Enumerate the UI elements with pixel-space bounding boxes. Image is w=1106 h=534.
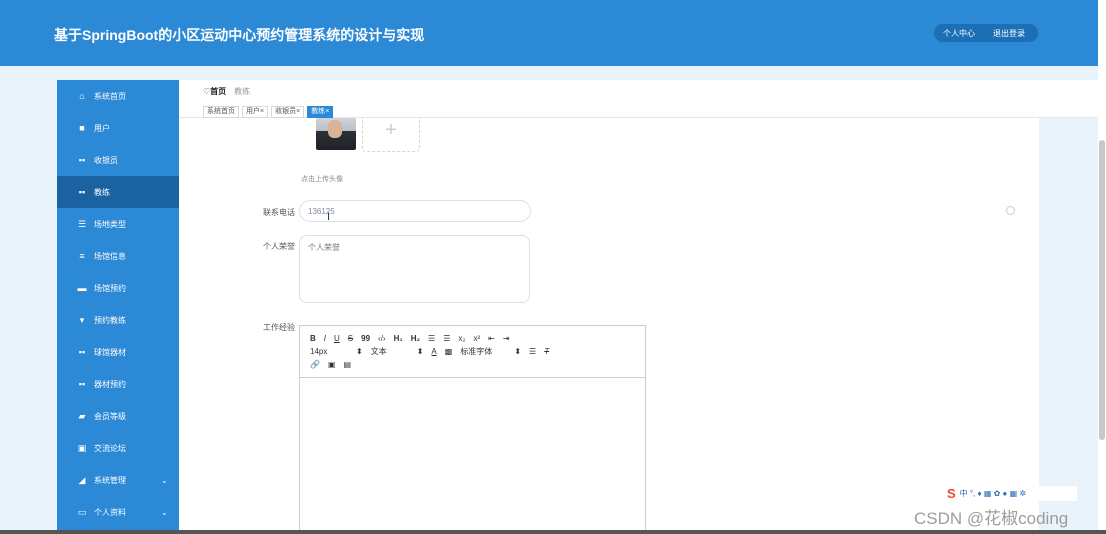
tab-cashier[interactable]: 收银员× xyxy=(271,106,305,118)
breadcrumb-bar: ♡首页 教练 系统首页 用户× 收银员× 教练× xyxy=(179,80,1098,118)
experience-label: 工作经验 xyxy=(263,323,295,332)
tab-home[interactable]: 系统首页 xyxy=(203,106,239,118)
strike-button[interactable]: S xyxy=(348,334,353,343)
sidebar: ⌂ 系统首页 ■ 用户 ▪▪ 收银员 ▪▪ 教练 ☰ 场地类型 ≡ 场馆信息 ▬ 场馆预约 ▾… xyxy=(57,80,179,534)
ime-icons[interactable]: 中 °, ♦ ▦ ✿ ● ▦ ✲ xyxy=(960,488,1026,499)
sidebar-item-equipment[interactable]: ▪▪ 球馆器材 xyxy=(57,336,179,368)
sliders-icon: ☰ xyxy=(77,218,87,229)
background-color-button[interactable]: ▩ xyxy=(445,347,453,356)
code-button[interactable]: ‹/› xyxy=(378,334,386,343)
avatar-upload-button[interactable]: + xyxy=(362,118,420,152)
header-actions: 个人中心 退出登录 xyxy=(934,24,1038,42)
tab-user[interactable]: 用户× xyxy=(242,106,269,118)
taskbar-edge xyxy=(0,530,1106,534)
bullet-list-button[interactable]: ☰ xyxy=(443,334,450,343)
ime-toolbar: S 中 °, ♦ ▦ ✿ ● ▦ ✲ xyxy=(945,486,1077,501)
sidebar-item-venue-type[interactable]: ☰ 场地类型 xyxy=(57,208,179,240)
home-icon: ⌂ xyxy=(79,91,85,101)
page-scrollbar-thumb[interactable] xyxy=(1099,140,1105,440)
sidebar-item-system-admin[interactable]: ◢ 系统管理 ⌄ xyxy=(57,464,179,496)
sidebar-item-home[interactable]: ⌂ 系统首页 xyxy=(57,80,179,112)
video-button[interactable]: ▤ xyxy=(344,360,352,369)
sidebar-item-forum[interactable]: ▣ 交流论坛 xyxy=(57,432,179,464)
avatar-preview[interactable] xyxy=(316,118,356,150)
clear-format-button[interactable]: T xyxy=(544,347,549,356)
sidebar-item-member-level[interactable]: ▰ 会员等级 xyxy=(57,400,179,432)
superscript-button[interactable]: x² xyxy=(474,334,481,343)
quote-button[interactable]: 99 xyxy=(361,334,370,343)
breadcrumb-home[interactable]: ♡首页 xyxy=(203,86,226,97)
align-button[interactable]: ☰ xyxy=(529,347,536,356)
h1-button[interactable]: H₁ xyxy=(394,334,403,343)
subscript-button[interactable]: x₂ xyxy=(458,334,465,343)
close-icon[interactable]: × xyxy=(260,108,264,115)
honor-label: 个人荣誉 xyxy=(263,242,295,251)
tab-coach[interactable]: 教练× xyxy=(307,106,334,118)
image-button[interactable]: ▣ xyxy=(328,360,336,369)
text-cursor-icon: I xyxy=(327,211,331,223)
sidebar-item-venue-booking[interactable]: ▬ 场馆预约 xyxy=(57,272,179,304)
breadcrumb-current: 教练 xyxy=(234,87,251,96)
font-family-select[interactable]: 标准字体 xyxy=(460,346,506,357)
breadcrumb: ♡首页 教练 xyxy=(203,86,250,97)
logout-link[interactable]: 退出登录 xyxy=(984,28,1034,39)
select-arrow-icon: ⬍ xyxy=(356,347,363,356)
font-size-select[interactable]: 14px xyxy=(310,347,348,356)
indent-button[interactable]: ⇥ xyxy=(503,334,510,343)
tab-bar: 系统首页 用户× 收银员× 教练× xyxy=(203,106,334,118)
sidebar-item-user[interactable]: ■ 用户 xyxy=(57,112,179,144)
app-title: 基于SpringBoot的小区运动中心预约管理系统的设计与实现 xyxy=(54,27,425,43)
rich-text-editor: B I U S 99 ‹/› H₁ H₂ ☰ ☰ x₂ x² ⇤ ⇥ 14px … xyxy=(299,325,646,534)
bold-button[interactable]: B xyxy=(310,334,316,343)
sidebar-item-coach[interactable]: ▪▪ 教练 xyxy=(57,176,179,208)
grid-icon: ▪▪ xyxy=(78,187,86,197)
doc-icon: ▬ xyxy=(77,283,87,293)
underline-button[interactable]: U xyxy=(334,334,340,343)
h2-button[interactable]: H₂ xyxy=(411,334,420,343)
sidebar-item-coach-booking[interactable]: ▾ 预约教练 xyxy=(57,304,179,336)
font-color-button[interactable]: A xyxy=(431,347,436,356)
user-icon: ■ xyxy=(79,123,85,133)
italic-button[interactable]: I xyxy=(324,334,326,343)
text-style-select[interactable]: 文本 xyxy=(371,346,409,357)
window-icon: ▭ xyxy=(77,506,87,517)
sidebar-item-profile[interactable]: ▭ 个人资料 ⌄ xyxy=(57,496,179,528)
phone-input[interactable] xyxy=(299,200,531,222)
select-arrow-icon: ⬍ xyxy=(514,347,522,356)
select-arrow-icon: ⬍ xyxy=(416,347,424,356)
outdent-button[interactable]: ⇤ xyxy=(488,334,495,343)
chevron-down-icon: ⌄ xyxy=(161,507,168,517)
upload-hint: 点击上传头像 xyxy=(301,176,343,183)
coach-form: + 点击上传头像 联系电话 I 个人荣誉 工作经验 B I U S 99 ‹/›… xyxy=(179,118,1039,534)
close-icon[interactable]: × xyxy=(325,108,329,115)
grid-icon: ▪▪ xyxy=(78,347,86,357)
pin-icon: ▾ xyxy=(79,314,85,325)
grid-icon: ▪▪ xyxy=(78,155,86,165)
sidebar-item-equipment-booking[interactable]: ▪▪ 器材预约 xyxy=(57,368,179,400)
sidebar-item-venue-info[interactable]: ≡ 场馆信息 xyxy=(57,240,179,272)
watermark: CSDN @花椒coding xyxy=(914,509,1069,528)
sogou-logo: S xyxy=(947,486,956,501)
info-icon xyxy=(1006,206,1015,215)
chevron-down-icon: ⌄ xyxy=(161,475,168,485)
phone-label: 联系电话 xyxy=(263,208,295,217)
personal-center-link[interactable]: 个人中心 xyxy=(934,28,984,39)
link-button[interactable]: 🔗 xyxy=(310,360,320,369)
thumb-icon: ◢ xyxy=(78,474,86,485)
grid-icon: ▪▪ xyxy=(78,379,86,389)
clipboard-icon: ▣ xyxy=(77,442,87,453)
sidebar-item-cashier[interactable]: ▪▪ 收银员 xyxy=(57,144,179,176)
ordered-list-button[interactable]: ☰ xyxy=(428,334,435,343)
close-icon[interactable]: × xyxy=(296,108,300,115)
honor-textarea[interactable] xyxy=(299,235,530,303)
top-header: 基于SpringBoot的小区运动中心预约管理系统的设计与实现 个人中心 退出登… xyxy=(0,0,1098,66)
list-icon: ≡ xyxy=(79,251,85,261)
chat-icon: ▰ xyxy=(78,410,86,421)
editor-toolbar: B I U S 99 ‹/› H₁ H₂ ☰ ☰ x₂ x² ⇤ ⇥ 14px … xyxy=(300,326,645,378)
plus-icon: + xyxy=(385,119,397,141)
